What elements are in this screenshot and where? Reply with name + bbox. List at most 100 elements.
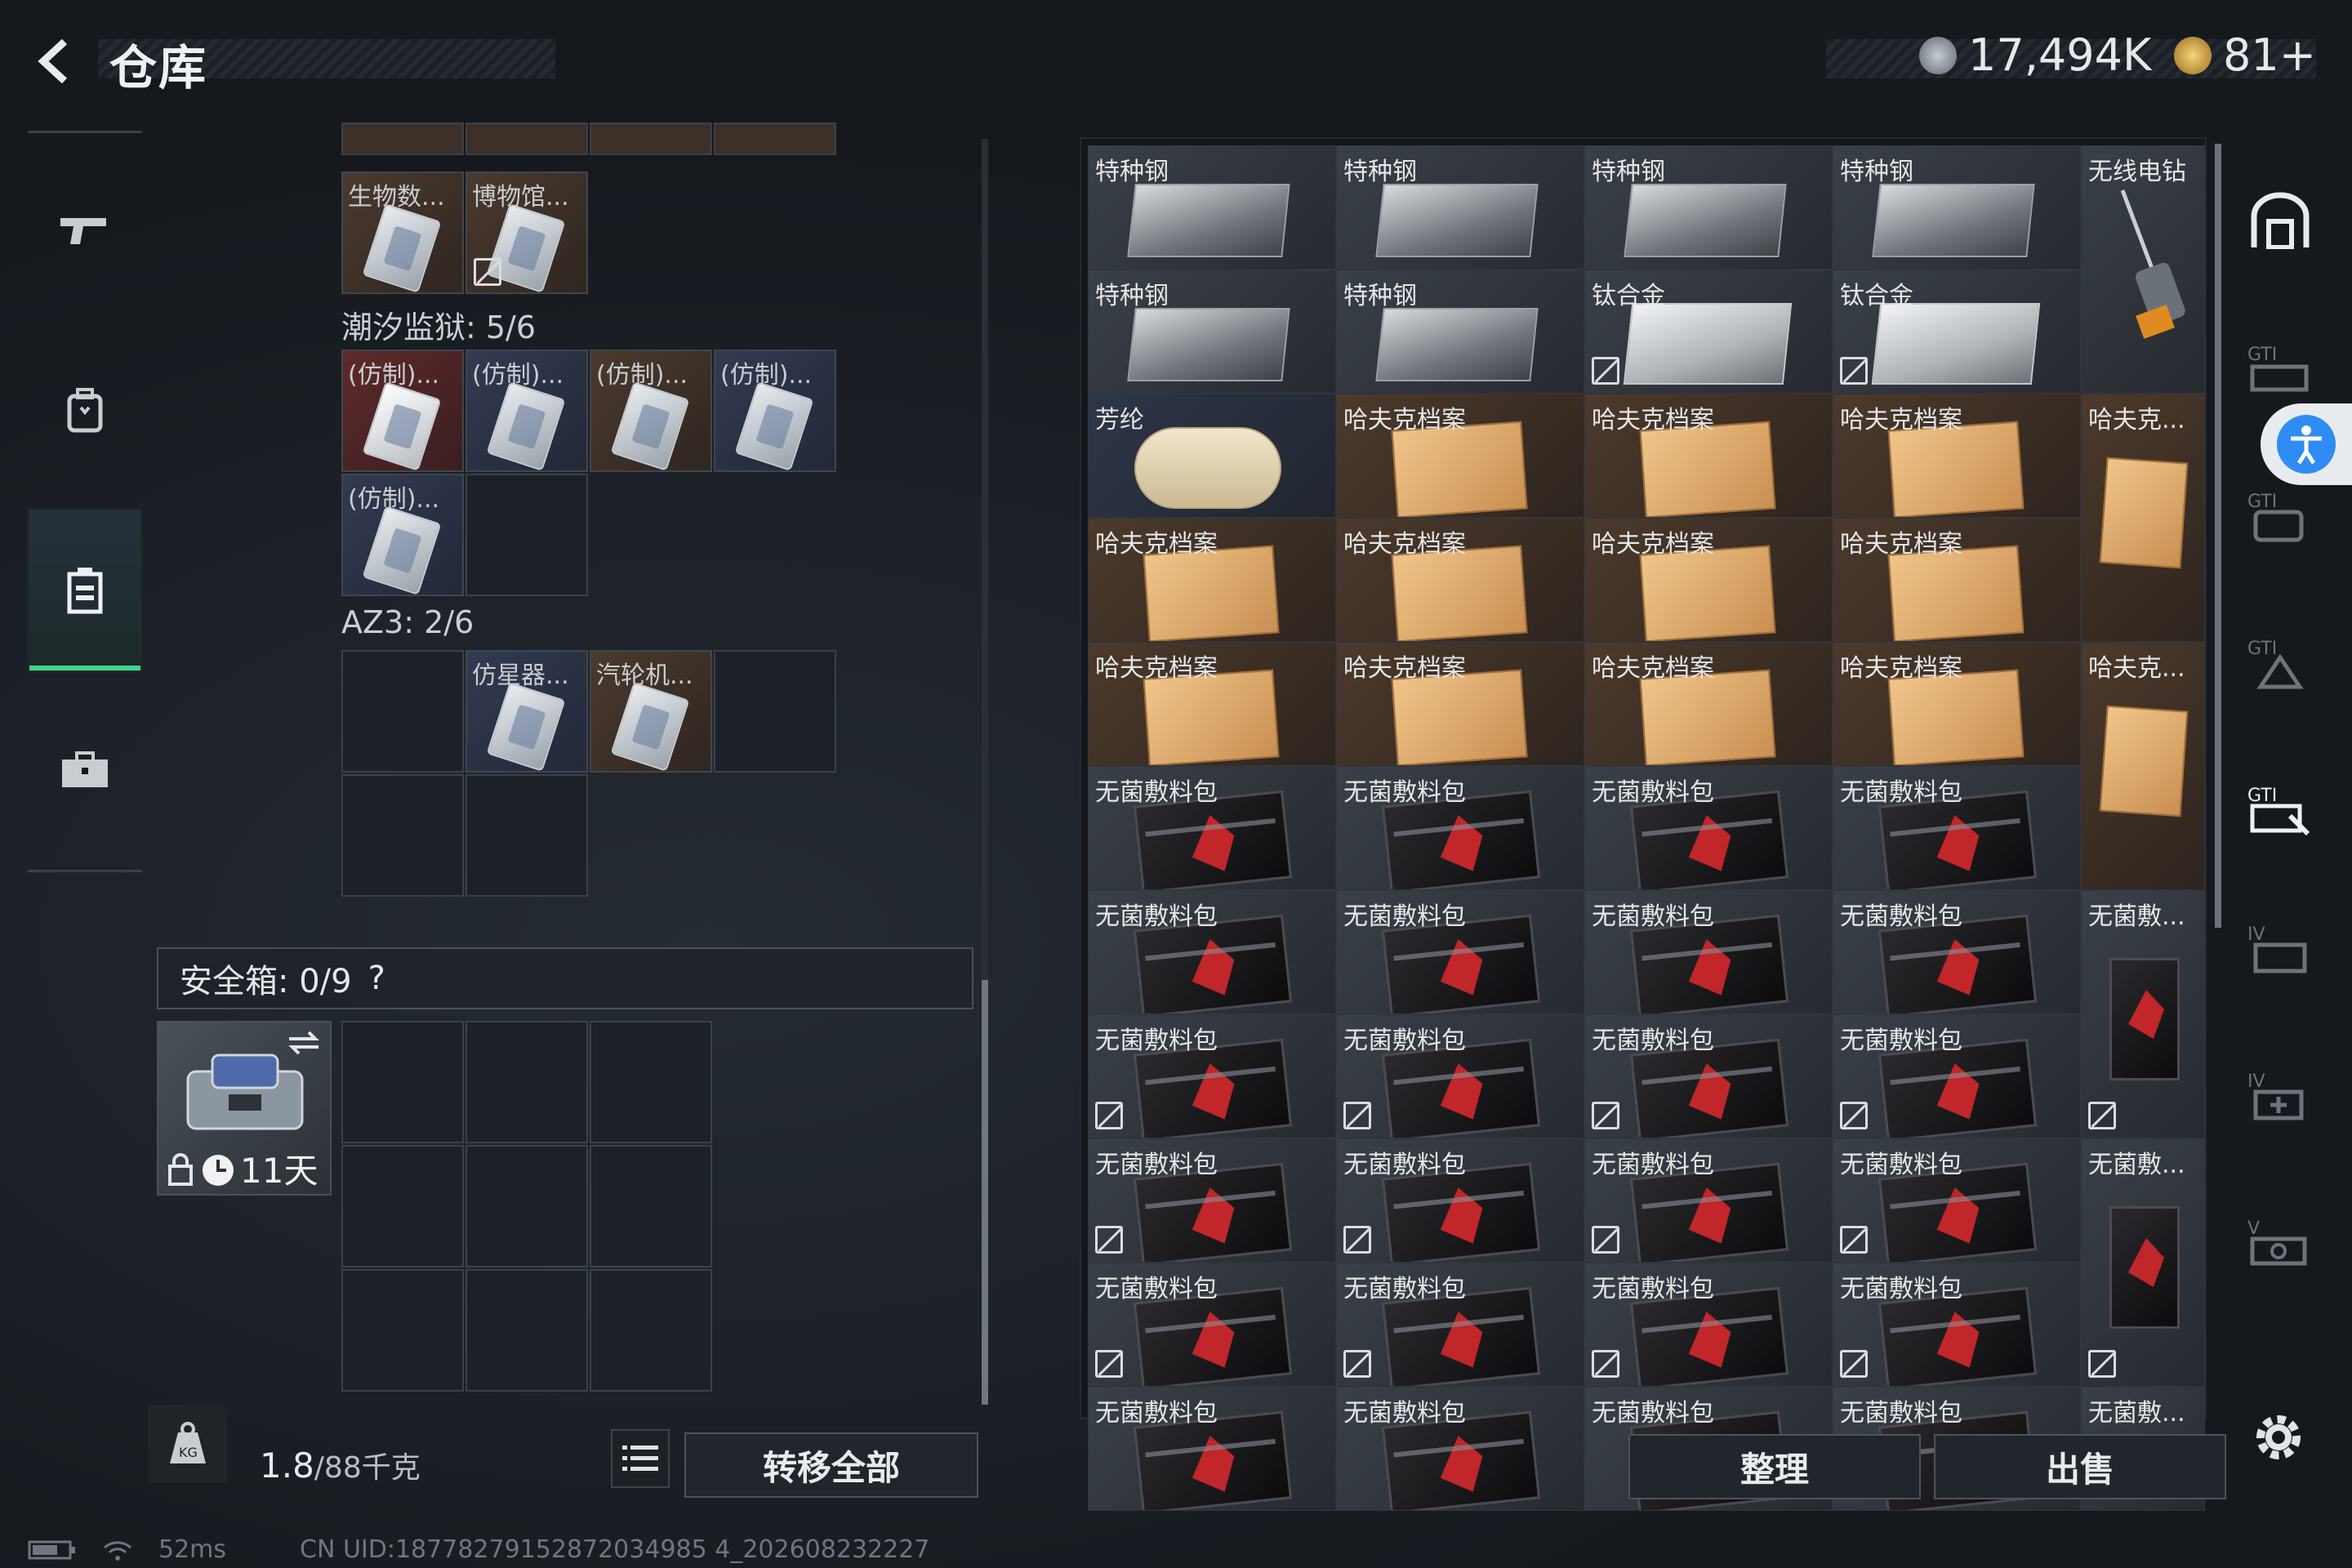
warehouse-item[interactable]: 特种钢 (1336, 145, 1584, 270)
warehouse-item[interactable]: 哈夫克档案 (1833, 394, 2081, 518)
inventory-item[interactable]: 汽轮机... (590, 650, 712, 773)
warehouse-item[interactable]: 无菌敷料包 (1584, 1138, 1833, 1263)
warehouse-item[interactable]: 特种钢 (1833, 145, 2081, 270)
empty-cell[interactable] (466, 474, 588, 596)
weight-lock-button[interactable]: KG (149, 1405, 227, 1483)
safe-slot[interactable] (341, 1145, 464, 1267)
safe-slot[interactable] (466, 1269, 588, 1392)
back-button[interactable] (28, 33, 85, 90)
warehouse-item[interactable]: 哈夫克档案 (1584, 394, 1833, 518)
warehouse-item-tall[interactable]: 无菌敷... (2081, 890, 2205, 1138)
rightnav-tab-1[interactable]: GTI (2239, 327, 2321, 408)
transfer-all-button[interactable]: 转移全部 (684, 1432, 978, 1498)
warehouse-item[interactable]: 钛合金 (1584, 270, 1833, 394)
warehouse-item[interactable]: 芳纶 (1088, 394, 1336, 518)
empty-cell[interactable] (341, 650, 464, 773)
safe-slot[interactable] (466, 1145, 588, 1267)
warehouse-item[interactable]: 无菌敷料包 (1833, 890, 2081, 1014)
empty-cell[interactable] (466, 774, 588, 897)
safe-help-icon[interactable]: ? (368, 960, 385, 997)
warehouse-item[interactable]: 无菌敷料包 (1088, 1014, 1336, 1138)
warehouse-item[interactable]: 特种钢 (1088, 270, 1336, 394)
empty-cell[interactable] (714, 650, 836, 773)
swap-icon[interactable] (287, 1031, 320, 1055)
warehouse-item[interactable]: 特种钢 (1336, 270, 1584, 394)
warehouse-item[interactable]: 哈夫克档案 (1336, 394, 1584, 518)
rightnav-warehouse-tab[interactable] (2239, 180, 2321, 261)
inventory-item[interactable]: 生物数... (341, 172, 464, 294)
warehouse-item[interactable]: 无菌敷料包 (1088, 890, 1336, 1014)
safe-box-slot[interactable]: 11天 (157, 1021, 332, 1196)
inventory-item[interactable]: (仿制)... (341, 474, 464, 596)
rightnav-tab-2[interactable]: GTI (2239, 474, 2321, 555)
grid-cell (466, 122, 588, 155)
grid-cell (590, 122, 712, 155)
right-scrollbar-thumb[interactable] (2215, 144, 2221, 928)
warehouse-item[interactable]: 无菌敷料包 (1584, 766, 1833, 890)
warehouse-item[interactable]: 无菌敷料包 (1833, 1263, 2081, 1387)
warehouse-item[interactable]: 哈夫克档案 (1584, 642, 1833, 766)
warehouse-item[interactable]: 哈夫克档案 (1088, 642, 1336, 766)
settings-gear-icon[interactable] (2247, 1406, 2310, 1468)
safe-slot[interactable] (341, 1269, 464, 1392)
safe-slot[interactable] (341, 1021, 464, 1143)
empty-cell[interactable] (341, 774, 464, 897)
warehouse-item[interactable]: 无菌敷料包 (1584, 890, 1833, 1014)
sell-button[interactable]: 出售 (1934, 1434, 2226, 1499)
rightnav-tab-3[interactable]: GTI (2239, 621, 2321, 702)
safe-slot[interactable] (590, 1269, 712, 1392)
currency-coin[interactable]: 81+ (2174, 29, 2316, 81)
warehouse-item[interactable]: 哈夫克档案 (1336, 518, 1584, 642)
inventory-item[interactable]: (仿制)... (714, 350, 836, 472)
warehouse-item[interactable]: 钛合金 (1833, 270, 2081, 394)
warehouse-item[interactable]: 无菌敷料包 (1088, 766, 1336, 890)
warehouse-item[interactable]: 无菌敷料包 (1336, 766, 1584, 890)
inventory-item[interactable]: (仿制)... (590, 350, 712, 472)
inventory-item[interactable]: (仿制)... (466, 350, 588, 472)
warehouse-item[interactable]: 哈夫克档案 (1584, 518, 1833, 642)
warehouse-item[interactable]: 无菌敷料包 (1833, 1014, 2081, 1138)
rightnav-tab-4[interactable]: GTI (2239, 768, 2321, 849)
warehouse-item[interactable]: 无菌敷料包 (1088, 1138, 1336, 1263)
warehouse-item[interactable]: 哈夫克档案 (1833, 518, 2081, 642)
sort-button[interactable]: 整理 (1628, 1434, 1921, 1499)
warehouse-item[interactable]: 无菌敷料包 (1088, 1263, 1336, 1387)
rightnav-tab-7[interactable]: V (2239, 1200, 2321, 1282)
inventory-item[interactable]: 仿星器... (466, 650, 588, 773)
warehouse-item[interactable]: 无菌敷料包 (1584, 1263, 1833, 1387)
currency-hafu[interactable]: 17,494K (1919, 29, 2151, 81)
warehouse-item[interactable]: 无菌敷料包 (1833, 1138, 2081, 1263)
left-scrollbar-thumb[interactable] (982, 980, 988, 1405)
warehouse-item[interactable]: 哈夫克档案 (1833, 642, 2081, 766)
rightnav-tab-6[interactable]: IV (2239, 1054, 2321, 1135)
warehouse-item[interactable]: 无菌敷料包 (1584, 1014, 1833, 1138)
safe-slot[interactable] (590, 1145, 712, 1267)
warehouse-item[interactable]: 无菌敷料包 (1833, 766, 2081, 890)
accessibility-button[interactable] (2261, 403, 2352, 485)
inventory-item[interactable]: (仿制)... (341, 350, 464, 472)
warehouse-item[interactable]: 无菌敷料包 (1336, 1263, 1584, 1387)
nav-weapons[interactable] (28, 149, 142, 313)
inventory-item[interactable]: 博物馆... (466, 172, 588, 294)
warehouse-item[interactable]: 无菌敷料包 (1336, 1138, 1584, 1263)
warehouse-item[interactable]: 特种钢 (1088, 145, 1336, 270)
warehouse-item-tall[interactable]: 无线电钻 (2081, 145, 2205, 394)
warehouse-item-tall[interactable]: 哈夫克... (2081, 394, 2205, 642)
warehouse-item[interactable]: 无菌敷料包 (1336, 890, 1584, 1014)
warehouse-item[interactable]: 无菌敷料包 (1336, 1387, 1584, 1511)
rightnav-tab-5[interactable]: IV (2239, 906, 2321, 988)
nav-warehouse[interactable] (28, 509, 142, 672)
warehouse-item[interactable]: 哈夫克档案 (1088, 518, 1336, 642)
warehouse-item-tall[interactable]: 无菌敷... (2081, 1138, 2205, 1387)
safe-slot[interactable] (590, 1021, 712, 1143)
nav-backpack[interactable] (28, 329, 142, 492)
warehouse-item-tall[interactable]: 哈夫克... (2081, 642, 2205, 890)
list-icon (622, 1446, 658, 1471)
nav-toolbox[interactable] (28, 688, 142, 852)
safe-slot[interactable] (466, 1021, 588, 1143)
list-view-button[interactable] (611, 1429, 670, 1488)
warehouse-item[interactable]: 无菌敷料包 (1336, 1014, 1584, 1138)
warehouse-item[interactable]: 特种钢 (1584, 145, 1833, 270)
warehouse-item[interactable]: 无菌敷料包 (1088, 1387, 1336, 1511)
warehouse-item[interactable]: 哈夫克档案 (1336, 642, 1584, 766)
